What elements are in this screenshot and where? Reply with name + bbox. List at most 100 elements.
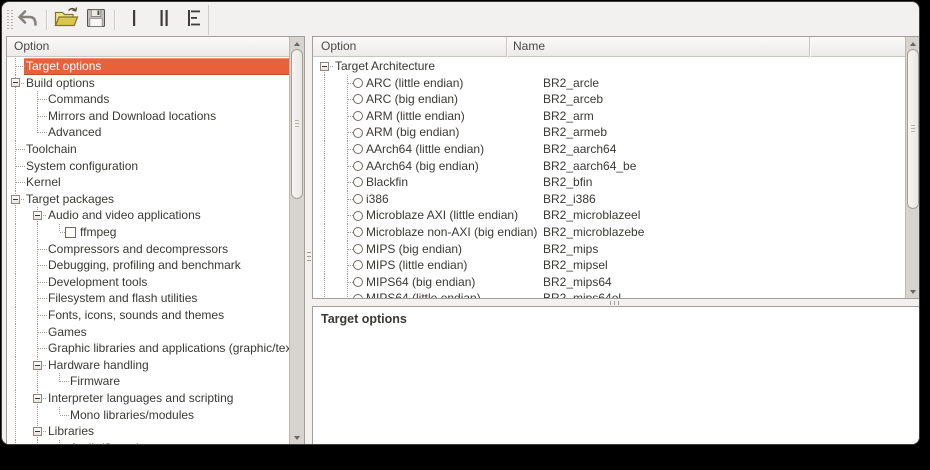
tree-guide-line <box>324 191 325 208</box>
tree-item-mono-libraries-modules[interactable]: Mono libraries/modules <box>7 407 304 424</box>
full-view-button[interactable] <box>178 7 208 33</box>
list-row-mips64-little-endian[interactable]: MIPS64 (little endian)BR2_mips64el <box>313 290 920 298</box>
expander-minus-icon[interactable] <box>11 78 20 87</box>
left-vertical-scrollbar[interactable] <box>289 37 304 444</box>
single-view-button[interactable] <box>119 7 149 33</box>
column-separator[interactable] <box>809 37 810 57</box>
arc-big-endian-radio[interactable] <box>353 94 363 104</box>
tree-item-target-packages[interactable]: Target packages <box>7 191 304 208</box>
expander-minus-icon[interactable] <box>11 195 20 204</box>
tree-guide-line <box>15 357 16 374</box>
scrollbar-thumb[interactable] <box>291 49 303 199</box>
aarch64-little-endian-radio[interactable] <box>353 144 363 154</box>
back-button[interactable] <box>13 7 43 33</box>
split-view-button[interactable] <box>149 7 179 33</box>
arc-little-endian-radio[interactable] <box>353 78 363 88</box>
list-row-blackfin[interactable]: BlackfinBR2_bfin <box>313 174 920 191</box>
mips64-little-endian-radio[interactable] <box>353 294 363 298</box>
tree-item-hardware-handling[interactable]: Hardware handling <box>7 357 304 374</box>
tree-item-ffmpeg[interactable]: ffmpeg <box>7 224 304 241</box>
expander-minus-icon[interactable] <box>33 394 42 403</box>
mips-big-endian-radio[interactable] <box>353 244 363 254</box>
arm-big-endian-radio[interactable] <box>353 128 363 138</box>
tree-item-filesystem-and-flash-utilities[interactable]: Filesystem and flash utilities <box>7 290 304 307</box>
aarch64-big-endian-radio[interactable] <box>353 161 363 171</box>
column-header-option: Option <box>321 37 356 56</box>
list-row-aarch64-big-endian[interactable]: AArch64 (big endian)BR2_aarch64_be <box>313 158 920 175</box>
expander-minus-icon[interactable] <box>33 211 42 220</box>
column-separator[interactable] <box>506 37 507 57</box>
tree-item-games[interactable]: Games <box>7 324 304 341</box>
tree-branch-line <box>38 265 47 266</box>
list-row-arm-big-endian[interactable]: ARM (big endian)BR2_armeb <box>313 124 920 141</box>
right-vertical-scrollbar[interactable] <box>905 37 920 298</box>
expander-minus-icon[interactable] <box>33 361 42 370</box>
blackfin-radio[interactable] <box>353 177 363 187</box>
list-row-i386[interactable]: i386BR2_i386 <box>313 191 920 208</box>
tree-item-mirrors-and-download-locations[interactable]: Mirrors and Download locations <box>7 108 304 125</box>
tree-item-audio-sound[interactable]: Audio/Sound <box>7 440 304 444</box>
scroll-up-icon[interactable] <box>906 38 920 49</box>
list-row-mips-big-endian[interactable]: MIPS (big endian)BR2_mips <box>313 241 920 258</box>
microblaze-axi-little-endian-radio[interactable] <box>353 211 363 221</box>
tree-item-advanced[interactable]: Advanced <box>7 124 304 141</box>
symbol-name: BR2_arm <box>543 108 594 125</box>
horizontal-splitter-grip[interactable] <box>618 301 619 305</box>
tree-item-fonts-icons-sounds-and-themes[interactable]: Fonts, icons, sounds and themes <box>7 307 304 324</box>
tree-item-graphic-libraries-and-applications-graphic[interactable]: Graphic libraries and applications (grap… <box>7 340 304 357</box>
tree-guide-line <box>15 324 16 341</box>
tree-guide-line <box>324 91 325 108</box>
toolbar-drag-handle[interactable] <box>7 10 9 30</box>
tree-guide-line <box>15 423 16 440</box>
list-row-microblaze-axi-little-endian[interactable]: Microblaze AXI (little endian)BR2_microb… <box>313 207 920 224</box>
vertical-splitter-grip[interactable] <box>307 252 311 253</box>
mips64-big-endian-radio[interactable] <box>353 277 363 287</box>
list-row-arc-little-endian[interactable]: ARC (little endian)BR2_arcle <box>313 75 920 92</box>
tree-branch-line <box>59 440 60 444</box>
architecture-list: Target ArchitectureARC (little endian)BR… <box>313 57 920 298</box>
list-row-arc-big-endian[interactable]: ARC (big endian)BR2_arceb <box>313 91 920 108</box>
tree-item-compressors-and-decompressors[interactable]: Compressors and decompressors <box>7 241 304 258</box>
help-info-panel: Target options <box>312 306 920 445</box>
save-button[interactable] <box>81 7 111 33</box>
list-row-arm-little-endian[interactable]: ARM (little endian)BR2_arm <box>313 108 920 125</box>
tree-item-kernel[interactable]: Kernel <box>7 174 304 191</box>
scroll-up-icon[interactable] <box>290 38 304 49</box>
ffmpeg-checkbox[interactable] <box>65 227 76 238</box>
scrollbar-thumb[interactable] <box>907 49 919 209</box>
tree-item-target-options[interactable]: Target options <box>7 58 304 75</box>
tree-guide-line <box>15 373 16 390</box>
scroll-down-icon[interactable] <box>290 432 304 443</box>
tree-item-debugging-profiling-and-benchmark[interactable]: Debugging, profiling and benchmark <box>7 257 304 274</box>
horizontal-splitter-grip[interactable] <box>610 301 611 305</box>
tree-item-build-options[interactable]: Build options <box>7 75 304 92</box>
tree-item-interpreter-languages-and-scripting[interactable]: Interpreter languages and scripting <box>7 390 304 407</box>
tree-item-label: Filesystem and flash utilities <box>48 290 197 307</box>
tree-item-commands[interactable]: Commands <box>7 91 304 108</box>
open-button[interactable] <box>51 7 81 33</box>
scroll-down-icon[interactable] <box>906 286 920 297</box>
arm-little-endian-radio[interactable] <box>353 111 363 121</box>
horizontal-splitter-grip[interactable] <box>614 301 615 305</box>
list-row-aarch64-little-endian[interactable]: AArch64 (little endian)BR2_aarch64 <box>313 141 920 158</box>
tree-guide-line <box>15 207 16 224</box>
list-row-microblaze-non-axi-big-endian[interactable]: Microblaze non-AXI (big endian)BR2_micro… <box>313 224 920 241</box>
i386-radio[interactable] <box>353 194 363 204</box>
tree-item-label: Microblaze AXI (little endian) <box>366 207 518 224</box>
tree-item-libraries[interactable]: Libraries <box>7 423 304 440</box>
microblaze-non-axi-big-endian-radio[interactable] <box>353 227 363 237</box>
list-row-target-architecture[interactable]: Target Architecture <box>313 58 920 75</box>
tree-item-firmware[interactable]: Firmware <box>7 373 304 390</box>
list-row-mips64-big-endian[interactable]: MIPS64 (big endian)BR2_mips64 <box>313 274 920 291</box>
vertical-splitter-grip[interactable] <box>307 260 311 261</box>
tree-guide-line <box>37 373 38 390</box>
tree-item-system-configuration[interactable]: System configuration <box>7 158 304 175</box>
tree-item-toolchain[interactable]: Toolchain <box>7 141 304 158</box>
tree-item-development-tools[interactable]: Development tools <box>7 274 304 291</box>
list-row-mips-little-endian[interactable]: MIPS (little endian)BR2_mipsel <box>313 257 920 274</box>
vertical-splitter-grip[interactable] <box>307 256 311 257</box>
mips-little-endian-radio[interactable] <box>353 260 363 270</box>
expander-minus-icon[interactable] <box>33 427 42 436</box>
tree-item-audio-and-video-applications[interactable]: Audio and video applications <box>7 207 304 224</box>
expander-minus-icon[interactable] <box>320 62 329 71</box>
